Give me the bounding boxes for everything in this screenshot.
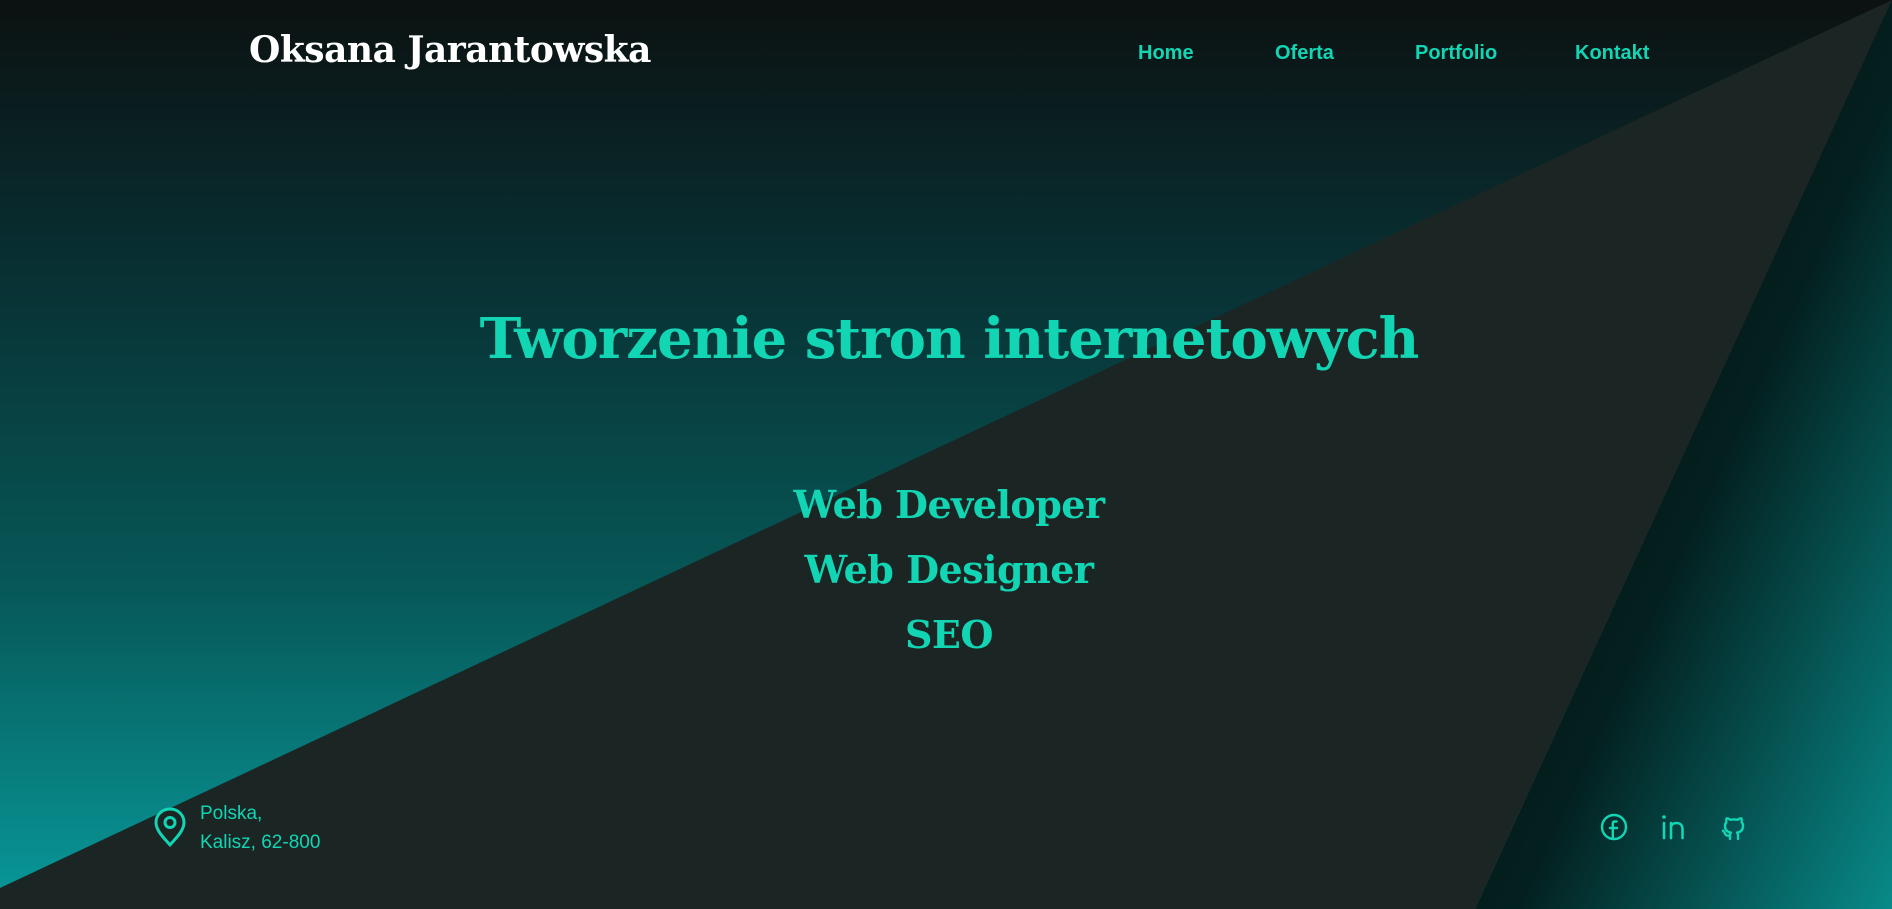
linkedin-link[interactable]	[1658, 811, 1690, 843]
address-line-city: Kalisz, 62-800	[200, 832, 321, 853]
address-line-country: Polska,	[200, 803, 263, 824]
site-brand-logo[interactable]: Oksana Jarantowska	[249, 24, 651, 76]
role-item: Web Designer	[804, 547, 1094, 592]
nav-link-home[interactable]: Home	[1138, 38, 1194, 68]
role-item: Web Developer	[793, 482, 1106, 527]
linkedin-icon	[1662, 815, 1684, 840]
facebook-icon	[1600, 813, 1628, 841]
roles-list: Web Developer Web Designer SEO	[0, 472, 1892, 667]
nav-link-oferta[interactable]: Oferta	[1275, 38, 1334, 68]
address-text: Polska, Kalisz, 62-800	[200, 799, 320, 857]
hero-title: Tworzenie stron internetowych	[479, 306, 1420, 372]
page: Oksana Jarantowska Home Oferta Portfolio…	[0, 0, 1892, 909]
nav-link-kontakt[interactable]: Kontakt	[1575, 38, 1649, 68]
map-pin-icon	[154, 807, 186, 847]
social-links	[1598, 811, 1748, 843]
github-icon	[1721, 817, 1745, 841]
facebook-link[interactable]	[1598, 811, 1630, 843]
location-block: Polska, Kalisz, 62-800	[153, 799, 320, 857]
nav-link-portfolio[interactable]: Portfolio	[1415, 38, 1497, 68]
github-link[interactable]	[1718, 811, 1750, 843]
background-shapes	[0, 0, 1892, 909]
role-item: SEO	[904, 612, 994, 657]
